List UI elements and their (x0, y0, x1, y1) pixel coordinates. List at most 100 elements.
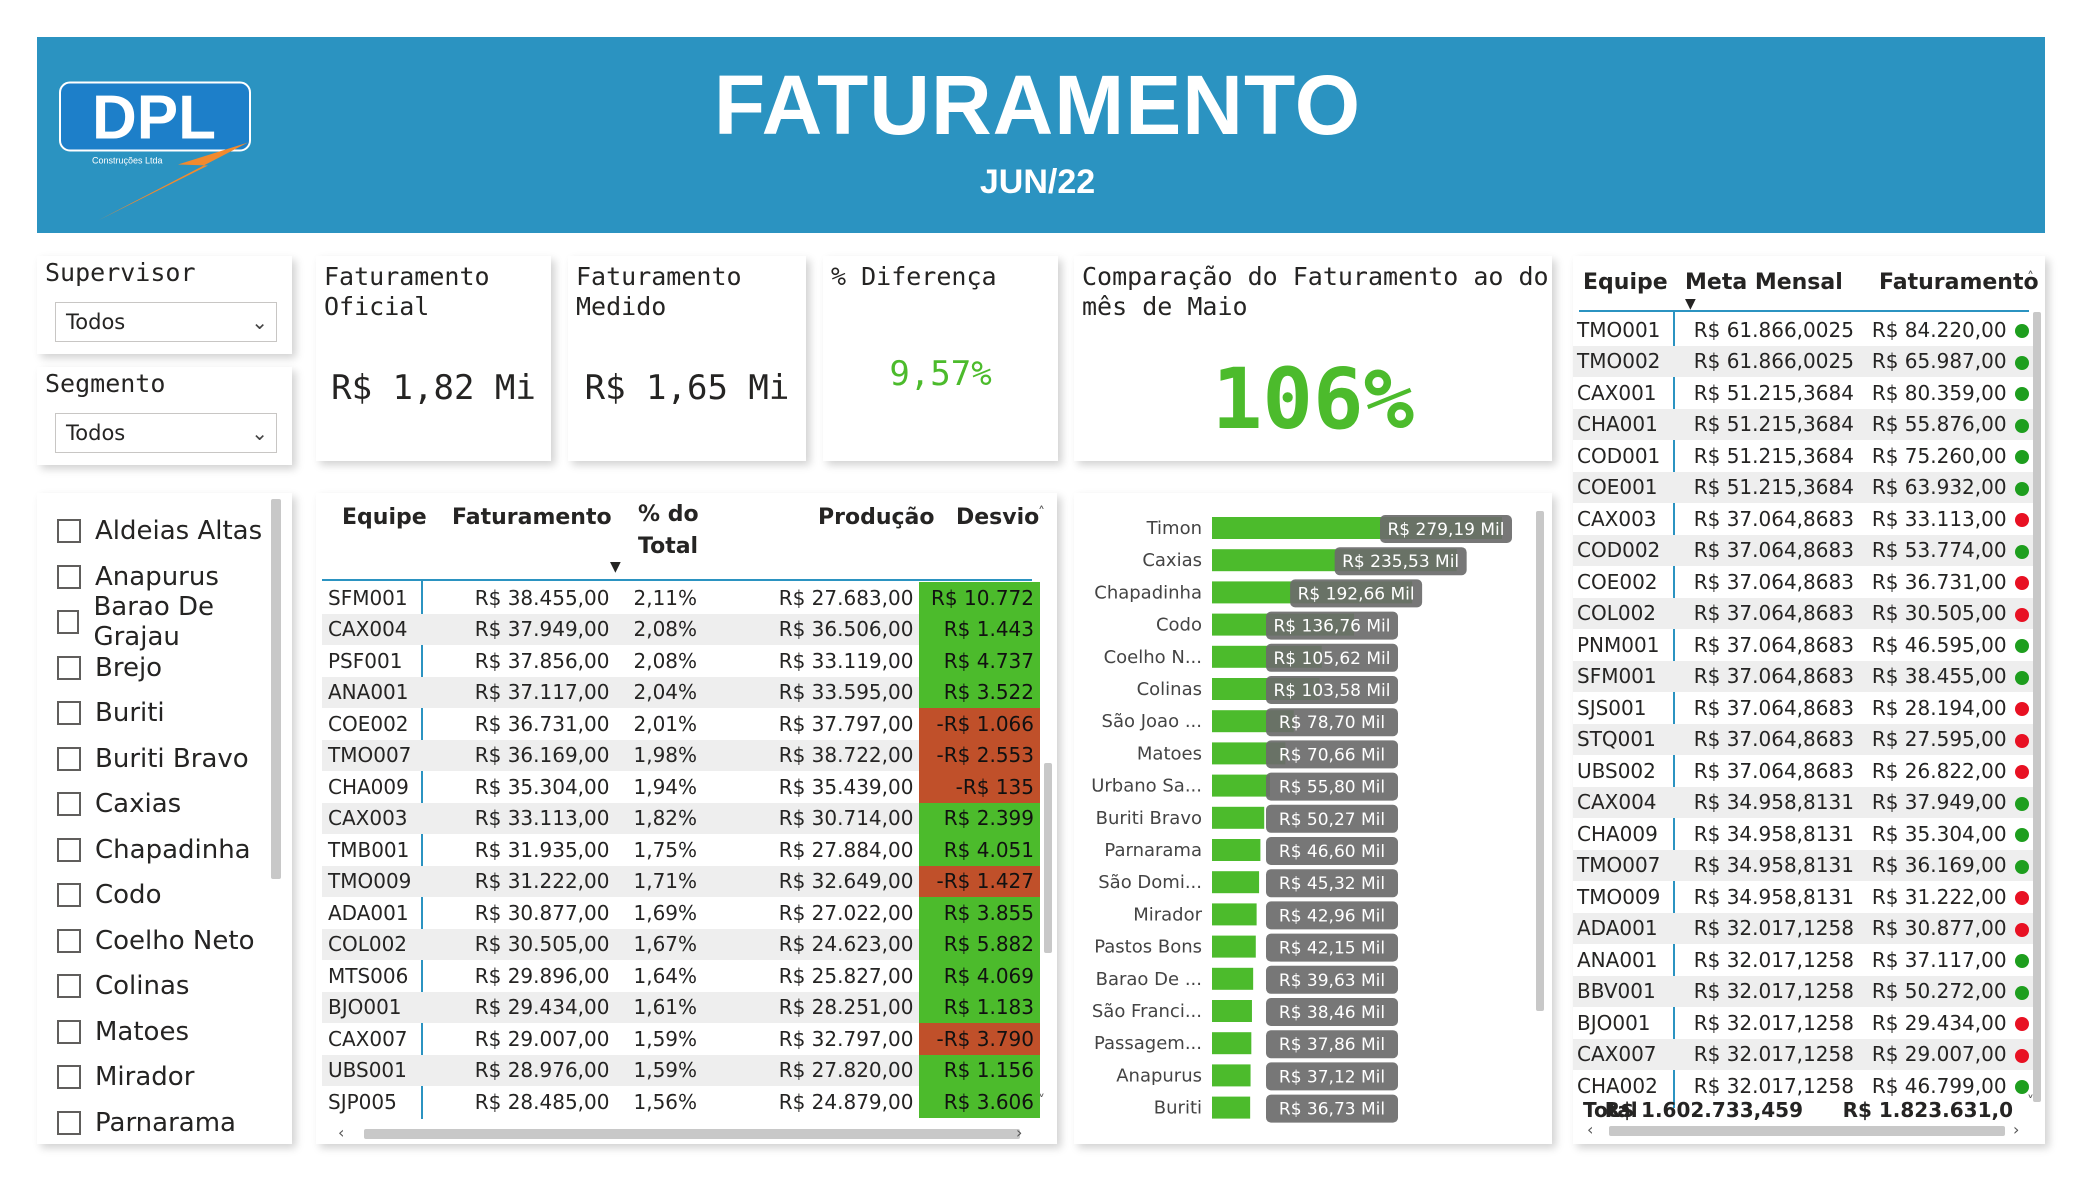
city-option[interactable]: Aldeias Altas (57, 511, 262, 551)
hscroll-right-icon[interactable]: › (2013, 1120, 2019, 1139)
checkbox-icon[interactable] (57, 1019, 81, 1044)
city-option[interactable]: Chapadinha (57, 830, 251, 870)
table-row[interactable]: TMO009 R$ 34.958,8131 R$ 31.222,00 (1573, 881, 2033, 913)
checkbox-icon[interactable] (57, 746, 81, 771)
table-row[interactable]: UBS001 R$ 28.976,00 1,59% R$ 27.820,00 R$ 1.… (322, 1054, 1040, 1086)
table-row[interactable]: STQ001 R$ 37.064,8683 R$ 27.595,00 (1573, 723, 2033, 755)
checkbox-icon[interactable] (57, 519, 81, 543)
checkbox-icon[interactable] (57, 928, 81, 953)
city-list-scrollbar[interactable] (271, 499, 281, 879)
chart-scrollbar[interactable] (1536, 511, 1544, 1011)
city-option[interactable]: Buriti (57, 693, 165, 733)
city-option[interactable]: Codo (57, 875, 161, 915)
table-row[interactable]: MTS006 R$ 29.896,00 1,64% R$ 25.827,00 R$ 4.… (322, 960, 1040, 992)
col-header-faturamento-2[interactable]: Faturamento (1879, 270, 2039, 295)
table-row[interactable]: CAX004 R$ 34.958,8131 R$ 37.949,00 (1573, 786, 2033, 818)
city-option[interactable]: Colinas (57, 966, 189, 1006)
scroll-up-icon[interactable]: ˄ (2027, 270, 2034, 286)
col-header-meta[interactable]: Meta Mensal (1685, 270, 1843, 295)
bar[interactable] (1212, 1000, 1252, 1022)
bar[interactable] (1212, 806, 1265, 829)
table-row[interactable]: CHA002 R$ 32.017,1258 R$ 46.799,00 (1573, 1070, 2033, 1102)
col-header-equipe[interactable]: Equipe (342, 505, 427, 530)
checkbox-icon[interactable] (57, 974, 81, 998)
city-option[interactable]: Parnarama (57, 1103, 236, 1143)
col-header-producao[interactable]: Produção (818, 505, 935, 530)
table-row[interactable]: CAX003 R$ 33.113,00 1,82% R$ 30.714,00 R$ 2.… (322, 802, 1040, 834)
bar[interactable] (1212, 871, 1260, 894)
table-row[interactable]: BJO001 R$ 32.017,1258 R$ 29.434,00 (1573, 1007, 2033, 1039)
hscroll-left-icon[interactable]: ‹ (1587, 1120, 1593, 1139)
hscroll-left-icon[interactable]: ‹ (338, 1123, 344, 1142)
checkbox-icon[interactable] (57, 610, 80, 634)
bar[interactable] (1212, 967, 1254, 990)
table-row[interactable]: CAX007 R$ 29.007,00 1,59% R$ 32.797,00 -R$ 3… (322, 1023, 1040, 1055)
table-row[interactable]: TMO002 R$ 61.866,0025 R$ 65.987,00 (1573, 345, 2033, 377)
table-row[interactable]: COL002 R$ 30.505,00 1,67% R$ 24.623,00 R$ 5.… (322, 928, 1040, 960)
table1-vscrollbar[interactable] (1044, 763, 1052, 953)
table-row[interactable]: COL002 R$ 37.064,8683 R$ 30.505,00 (1573, 597, 2033, 629)
table-row[interactable]: CHA001 R$ 51.215,3684 R$ 55.876,00 (1573, 408, 2033, 440)
col-header-desvio[interactable]: Desvio (956, 505, 1039, 530)
city-option[interactable]: Mirador (57, 1057, 194, 1097)
table2-hscrollbar[interactable] (1609, 1126, 2005, 1136)
table-row[interactable]: TMO007 R$ 34.958,8131 R$ 36.169,00 (1573, 849, 2033, 881)
scroll-up-icon[interactable]: ˄ (1038, 505, 1045, 521)
table-row[interactable]: UBS002 R$ 37.064,8683 R$ 26.822,00 (1573, 755, 2033, 787)
checkbox-icon[interactable] (57, 655, 81, 680)
bar[interactable] (1212, 903, 1257, 926)
city-option[interactable]: Barao De Grajau (57, 592, 292, 652)
table-row[interactable]: PSF001 R$ 37.856,00 2,08% R$ 33.119,00 R$ 4.… (322, 645, 1040, 677)
bar[interactable] (1212, 839, 1261, 861)
table-row[interactable]: SFM001 R$ 38.455,00 2,11% R$ 27.683,00 R$ 10… (322, 582, 1040, 614)
bar[interactable] (1212, 774, 1270, 797)
checkbox-icon[interactable] (57, 837, 81, 862)
col-header-pct-total[interactable]: % do Total (638, 499, 699, 563)
city-option[interactable]: Matoes (57, 1012, 189, 1052)
bar[interactable] (1212, 1096, 1251, 1119)
table-row[interactable]: COE002 R$ 37.064,8683 R$ 36.731,00 (1573, 566, 2033, 598)
table-row[interactable]: COE002 R$ 36.731,00 2,01% R$ 37.797,00 -R$ 1… (322, 708, 1040, 740)
hscroll-right-icon[interactable]: › (1016, 1123, 1022, 1142)
city-option[interactable]: Anapurus (57, 557, 219, 597)
table-row[interactable]: TMO001 R$ 61.866,0025 R$ 84.220,00 (1573, 314, 2033, 346)
checkbox-icon[interactable] (57, 1065, 81, 1089)
city-option[interactable]: Buriti Bravo (57, 739, 249, 779)
table-row[interactable]: COD002 R$ 37.064,8683 R$ 53.774,00 (1573, 534, 2033, 566)
table-row[interactable]: TMB001 R$ 31.935,00 1,75% R$ 27.884,00 R$ 4.… (322, 834, 1040, 866)
bar[interactable] (1212, 1064, 1251, 1087)
sort-desc-icon[interactable]: ▼ (610, 559, 621, 575)
bar[interactable] (1212, 1032, 1252, 1055)
table1-hscrollbar[interactable] (364, 1129, 1020, 1139)
checkbox-icon[interactable] (57, 792, 81, 816)
table-row[interactable]: ADA001 R$ 32.017,1258 R$ 30.877,00 (1573, 912, 2033, 944)
table-row[interactable]: SJP005 R$ 28.485,00 1,56% R$ 24.879,00 R$ 3.… (322, 1086, 1040, 1118)
checkbox-icon[interactable] (57, 883, 81, 907)
col-header-equipe-2[interactable]: Equipe (1583, 270, 1668, 295)
table-row[interactable]: ANA001 R$ 32.017,1258 R$ 37.117,00 (1573, 944, 2033, 976)
city-option[interactable]: Coelho Neto (57, 921, 254, 961)
segmento-dropdown[interactable]: Todos ⌄ (55, 413, 277, 453)
table-row[interactable]: PNM001 R$ 37.064,8683 R$ 46.595,00 (1573, 629, 2033, 661)
table-row[interactable]: CAX003 R$ 37.064,8683 R$ 33.113,00 (1573, 503, 2033, 535)
checkbox-icon[interactable] (57, 564, 81, 589)
table-row[interactable]: CAX007 R$ 32.017,1258 R$ 29.007,00 (1573, 1038, 2033, 1070)
table-row[interactable]: CAX001 R$ 51.215,3684 R$ 80.359,00 (1573, 377, 2033, 409)
table-row[interactable]: TMO007 R$ 36.169,00 1,98% R$ 38.722,00 -R$ 2… (322, 739, 1040, 771)
table-row[interactable]: CHA009 R$ 35.304,00 1,94% R$ 35.439,00 -R$ 1… (322, 771, 1040, 803)
supervisor-dropdown[interactable]: Todos ⌄ (55, 302, 277, 342)
table-row[interactable]: TMO009 R$ 31.222,00 1,71% R$ 32.649,00 -R$ 1… (322, 865, 1040, 897)
checkbox-icon[interactable] (57, 1110, 81, 1135)
table-row[interactable]: ADA001 R$ 30.877,00 1,69% R$ 27.022,00 R$ 3.… (322, 897, 1040, 929)
checkbox-icon[interactable] (57, 701, 81, 725)
table-row[interactable]: BBV001 R$ 32.017,1258 R$ 50.272,00 (1573, 975, 2033, 1007)
city-option[interactable]: Caxias (57, 784, 181, 824)
table-row[interactable]: BJO001 R$ 29.434,00 1,61% R$ 28.251,00 R$ 1.… (322, 991, 1040, 1023)
table2-vscrollbar[interactable] (2033, 312, 2041, 1102)
table-row[interactable]: SFM001 R$ 37.064,8683 R$ 38.455,00 (1573, 660, 2033, 692)
table-row[interactable]: CAX004 R$ 37.949,00 2,08% R$ 36.506,00 R$ 1.… (322, 613, 1040, 645)
table-row[interactable]: ANA001 R$ 37.117,00 2,04% R$ 33.595,00 R$ 3.… (322, 676, 1040, 708)
table-row[interactable]: COE001 R$ 51.215,3684 R$ 63.932,00 (1573, 471, 2033, 503)
table-row[interactable]: SJS001 R$ 37.064,8683 R$ 28.194,00 (1573, 692, 2033, 724)
col-header-faturamento[interactable]: Faturamento (452, 505, 612, 530)
